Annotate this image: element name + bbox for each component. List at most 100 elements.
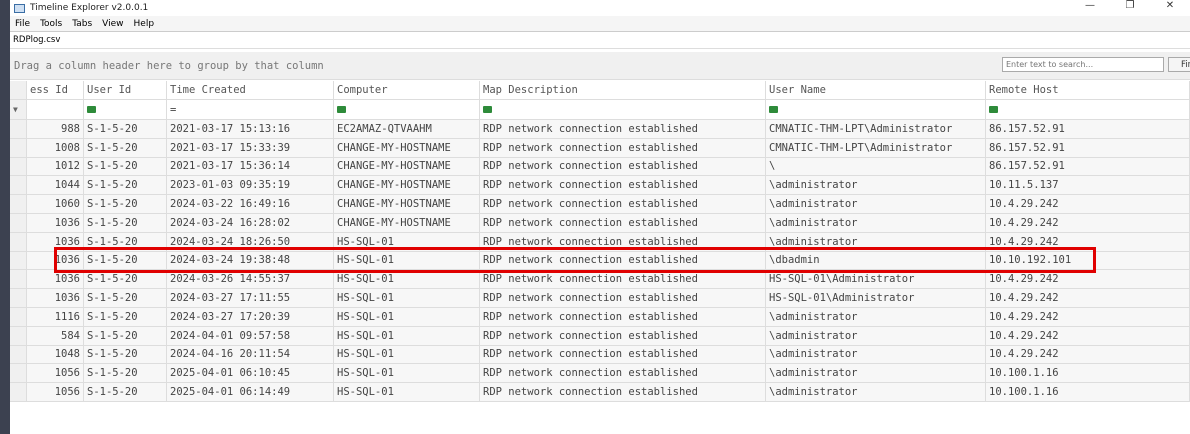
cell-map-description: RDP network connection established: [480, 120, 766, 138]
cell-computer: CHANGE-MY-HOSTNAME: [334, 138, 480, 157]
cell-map-description: RDP network connection established: [480, 176, 766, 195]
table-row[interactable]: 1056 S-1-5-20 2025-04-01 06:10:45 HS-SQL-01…: [10, 364, 1190, 384]
header-row: ess Id User Id Time Created Computer Map Des…: [10, 81, 1190, 100]
table-row[interactable]: 1036 S-1-5-20 2024-03-24 18:26:50 HS-SQL-01…: [10, 232, 1190, 252]
row-indicator: [10, 345, 27, 364]
cell-user-name: \administrator: [766, 364, 986, 383]
table-row[interactable]: 1056 S-1-5-20 2025-04-01 06:14:49 HS-SQL-01…: [10, 383, 1190, 402]
timeline-explorer-window: Timeline Explorer v2.0.0.1 — ❐ ✕ File To…: [10, 0, 1190, 434]
title-bar: Timeline Explorer v2.0.0.1: [10, 0, 1190, 16]
filter-cell-time-created[interactable]: =: [167, 100, 334, 119]
app-icon: [14, 3, 25, 13]
cell-process-id: 1012: [27, 157, 84, 176]
table-row[interactable]: 1036 S-1-5-20 2024-03-27 17:11:55 HS-SQL-01…: [10, 289, 1190, 308]
cell-remote-host: 10.4.29.242: [986, 195, 1190, 213]
cell-process-id: 1116: [27, 307, 84, 326]
filter-cell-user-id[interactable]: [84, 100, 167, 119]
row-indicator: [10, 270, 27, 289]
table-row[interactable]: 1116 S-1-5-20 2024-03-27 17:20:39 HS-SQL-01…: [10, 307, 1190, 327]
cell-process-id: 1036: [27, 251, 84, 270]
cell-time-created: 2024-03-27 17:11:55: [167, 289, 334, 307]
table-row[interactable]: 1036 S-1-5-20 2024-03-26 14:55:37 HS-SQL-01…: [10, 270, 1190, 290]
find-button[interactable]: Find: [1168, 57, 1190, 72]
cell-map-description: RDP network connection established: [480, 251, 766, 270]
search-input[interactable]: [1002, 57, 1164, 72]
table-row[interactable]: 1012 S-1-5-20 2021-03-17 15:36:14 CHANGE-MY…: [10, 157, 1190, 177]
filter-icon[interactable]: ▼: [10, 100, 27, 119]
filter-cell-user-name[interactable]: [766, 100, 986, 119]
column-header-user-name[interactable]: User Name: [766, 81, 986, 99]
cell-user-id: S-1-5-20: [84, 383, 167, 401]
cell-remote-host: 10.11.5.137: [986, 176, 1190, 195]
column-header-map-description[interactable]: Map Description: [480, 81, 766, 99]
row-indicator: [10, 138, 27, 157]
row-indicator: [10, 307, 27, 326]
filter-cell-computer[interactable]: [334, 100, 480, 119]
cell-user-name: \dbadmin: [766, 251, 986, 270]
cell-time-created: 2024-03-24 18:26:50: [167, 232, 334, 251]
cell-time-created: 2024-04-16 20:11:54: [167, 345, 334, 364]
row-indicator: [10, 157, 27, 176]
cell-user-name: \: [766, 157, 986, 176]
row-indicator: [10, 81, 27, 99]
table-row[interactable]: 1048 S-1-5-20 2024-04-16 20:11:54 HS-SQL-01…: [10, 345, 1190, 365]
cell-user-name: \administrator: [766, 383, 986, 401]
cell-time-created: 2021-03-17 15:33:39: [167, 138, 334, 157]
cell-user-id: S-1-5-20: [84, 289, 167, 307]
cell-user-id: S-1-5-20: [84, 251, 167, 270]
filter-cell-map-description[interactable]: [480, 100, 766, 119]
row-indicator: [10, 383, 27, 401]
cell-computer: HS-SQL-01: [334, 364, 480, 383]
column-header-remote-host[interactable]: Remote Host: [986, 81, 1190, 99]
text-filter-icon: [989, 106, 998, 113]
cell-user-id: S-1-5-20: [84, 345, 167, 364]
table-row[interactable]: 988 S-1-5-20 2021-03-17 15:13:16 EC2AMAZ-QT…: [10, 120, 1190, 139]
cell-time-created: 2023-01-03 09:35:19: [167, 176, 334, 195]
text-filter-icon: [87, 106, 96, 113]
cell-time-created: 2025-04-01 06:14:49: [167, 383, 334, 401]
cell-computer: HS-SQL-01: [334, 383, 480, 401]
cell-process-id: 1060: [27, 195, 84, 213]
cell-map-description: RDP network connection established: [480, 232, 766, 251]
table-row[interactable]: 584 S-1-5-20 2024-04-01 09:57:58 HS-SQL-01 R…: [10, 326, 1190, 346]
cell-process-id: 1036: [27, 213, 84, 232]
text-filter-icon: [337, 106, 346, 113]
cell-process-id: 1008: [27, 138, 84, 157]
table-row[interactable]: 1036 S-1-5-20 2024-03-24 16:28:02 CHANGE-MY…: [10, 213, 1190, 233]
cell-map-description: RDP network connection established: [480, 138, 766, 157]
filter-cell-remote-host[interactable]: [986, 100, 1190, 119]
column-header-computer[interactable]: Computer: [334, 81, 480, 99]
table-row[interactable]: 1044 S-1-5-20 2023-01-03 09:35:19 CHANGE-MY…: [10, 176, 1190, 196]
cell-process-id: 584: [27, 326, 84, 345]
filter-cell-process-id[interactable]: [27, 100, 84, 119]
menu-tabs[interactable]: Tabs: [67, 19, 97, 29]
cell-remote-host: 10.4.29.242: [986, 270, 1190, 289]
tab-rdplog[interactable]: RDPlog.csv: [13, 35, 60, 45]
cell-user-name: CMNATIC-THM-LPT\Administrator: [766, 138, 986, 157]
cell-user-id: S-1-5-20: [84, 232, 167, 251]
column-header-time-created[interactable]: Time Created: [167, 81, 334, 99]
table-row[interactable]: 1036 S-1-5-20 2024-03-24 19:38:48 HS-SQL-01…: [10, 251, 1190, 271]
cell-process-id: 1044: [27, 176, 84, 195]
column-header-process-id[interactable]: ess Id: [27, 81, 84, 99]
cell-time-created: 2024-03-24 16:28:02: [167, 213, 334, 232]
close-button[interactable]: ✕: [1150, 0, 1190, 11]
cell-remote-host: 86.157.52.91: [986, 120, 1190, 138]
menu-tools[interactable]: Tools: [35, 19, 67, 29]
cell-remote-host: 86.157.52.91: [986, 138, 1190, 157]
cell-user-id: S-1-5-20: [84, 326, 167, 345]
table-row[interactable]: 1060 S-1-5-20 2024-03-22 16:49:16 CHANGE-MY…: [10, 195, 1190, 214]
table-row[interactable]: 1008 S-1-5-20 2021-03-17 15:33:39 CHANGE-MY…: [10, 138, 1190, 158]
menu-view[interactable]: View: [97, 19, 128, 29]
cell-user-name: \administrator: [766, 213, 986, 232]
cell-process-id: 1056: [27, 364, 84, 383]
cell-process-id: 1036: [27, 270, 84, 289]
menu-file[interactable]: File: [10, 19, 35, 29]
cell-remote-host: 10.4.29.242: [986, 345, 1190, 364]
maximize-button[interactable]: ❐: [1110, 0, 1150, 11]
minimize-button[interactable]: —: [1070, 0, 1110, 11]
cell-remote-host: 10.4.29.242: [986, 326, 1190, 345]
menu-help[interactable]: Help: [129, 19, 160, 29]
cell-map-description: RDP network connection established: [480, 364, 766, 383]
column-header-user-id[interactable]: User Id: [84, 81, 167, 99]
